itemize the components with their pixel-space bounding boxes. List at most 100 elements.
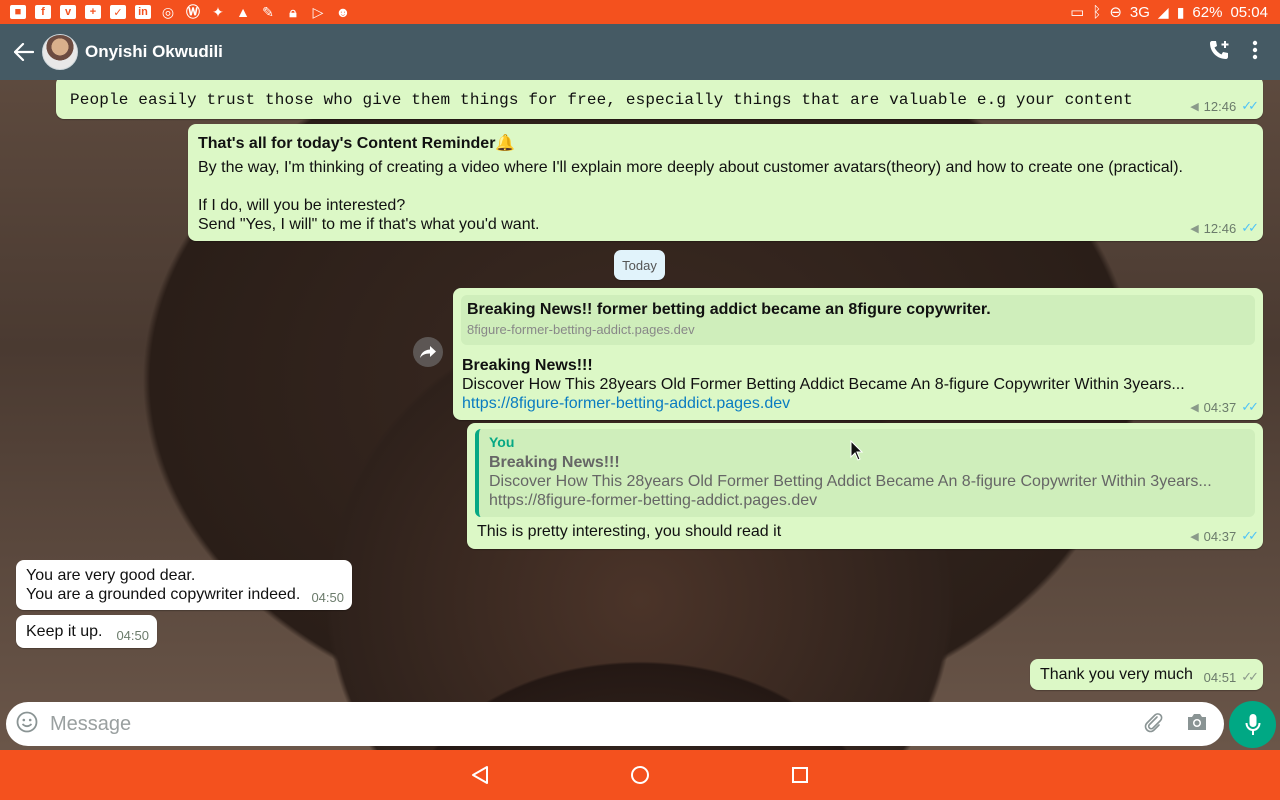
header-actions	[1208, 39, 1280, 66]
message-text: This is pretty interesting, you should r…	[477, 523, 782, 540]
more-options-button[interactable]	[1252, 40, 1258, 65]
message-meta: 04:51 ✓✓	[1203, 669, 1259, 685]
incoming-message[interactable]: Keep it up. 04:50	[16, 615, 157, 648]
broadcast-icon: ◀	[1190, 222, 1199, 235]
phone-plus-icon	[1210, 40, 1229, 59]
vimeo-icon: v	[60, 5, 76, 19]
warning-icon: ▲	[236, 4, 250, 20]
camera-icon	[1188, 713, 1206, 730]
twitter-icon: ✦	[212, 3, 224, 20]
circle-home-icon	[631, 766, 649, 784]
add-call-button[interactable]	[1208, 39, 1230, 66]
contact-name[interactable]: Onyishi Okwudili	[85, 42, 223, 62]
quote-author: You	[489, 434, 515, 450]
notification-icons: ■ f v + ✓ in ◎ Ⓦ ✦ ▲ ✎ 🔒︎ ▷ ☻	[0, 3, 351, 20]
message-text: Send "Yes, I will" to me if that's what …	[198, 216, 540, 233]
message-link[interactable]: https://8figure-former-betting-addict.pa…	[462, 394, 790, 413]
quote-title: Breaking News!!!	[489, 454, 620, 471]
link-preview-title: Breaking News!! former betting addict be…	[467, 301, 991, 318]
nav-home-button[interactable]	[625, 760, 655, 790]
forward-button[interactable]	[413, 337, 443, 367]
message-title: Breaking News!!!	[462, 357, 593, 374]
battery-percent: 62%	[1192, 3, 1223, 21]
camera-button[interactable]	[1186, 712, 1208, 737]
back-button[interactable]	[6, 24, 42, 80]
nav-recents-button[interactable]	[785, 760, 815, 790]
avatar[interactable]	[42, 34, 78, 70]
message-text: Discover How This 28years Old Former Bet…	[462, 376, 1185, 393]
message-text: People easily trust those who give them …	[70, 91, 1133, 109]
message-text: Thank you very much	[1040, 666, 1193, 683]
nav-back-button[interactable]	[465, 760, 495, 790]
emoji-icon	[16, 711, 38, 732]
message-title: That's all for today's Content Reminder🔔	[198, 135, 516, 152]
facebook-icon: f	[35, 5, 51, 19]
date-divider: Today	[614, 250, 665, 280]
message-time: 04:50	[311, 590, 344, 605]
message-meta: ◀ 04:37 ✓✓	[1190, 528, 1259, 544]
wordpress-icon: Ⓦ	[186, 4, 200, 20]
message-text: Keep it up.	[26, 623, 103, 640]
outgoing-message[interactable]: People easily trust those who give them …	[56, 80, 1263, 119]
voice-record-button[interactable]	[1229, 701, 1276, 748]
network-type: 3G	[1129, 3, 1150, 21]
outgoing-message[interactable]: That's all for today's Content Reminder🔔…	[188, 124, 1263, 241]
linkedin-icon: in	[135, 5, 151, 19]
message-meta: 04:50	[311, 590, 344, 605]
composer-actions	[1142, 711, 1214, 738]
delivered-ticks-icon: ✓✓	[1241, 669, 1259, 684]
bluetooth-icon: ᛒ	[1092, 3, 1102, 21]
message-text: If I do, will you be interested?	[198, 197, 406, 214]
lock-icon: 🔒︎	[289, 3, 297, 20]
emoji-button[interactable]	[16, 711, 38, 738]
read-ticks-icon: ✓✓	[1241, 220, 1259, 235]
battery-icon: ▮	[1176, 3, 1185, 20]
message-meta: 04:50	[116, 628, 149, 643]
outgoing-message[interactable]: Thank you very much 04:51 ✓✓	[1030, 659, 1263, 690]
outgoing-message[interactable]: You Breaking News!!! Discover How This 2…	[467, 423, 1263, 549]
dnd-icon: ⊖	[1109, 4, 1122, 21]
clock: 05:04	[1230, 3, 1268, 21]
mouse-cursor-icon	[850, 440, 864, 461]
triangle-back-icon	[472, 766, 488, 784]
message-time: 04:50	[116, 628, 149, 643]
link-preview[interactable]: Breaking News!! former betting addict be…	[461, 295, 1255, 345]
square-recents-icon	[792, 767, 808, 783]
signal-icon: ◢	[1157, 3, 1169, 20]
chat-area[interactable]: People easily trust those who give them …	[0, 80, 1280, 750]
broadcast-icon: ◀	[1190, 530, 1199, 543]
outgoing-message[interactable]: Breaking News!! former betting addict be…	[453, 288, 1263, 420]
arrow-left-icon	[14, 43, 34, 61]
system-status: ▭ ᛒ ⊖ 3G ◢ ▮ 62% 05:04	[1070, 3, 1280, 22]
message-text: By the way, I'm thinking of creating a v…	[198, 159, 1183, 176]
quote-body: Discover How This 28years Old Former Bet…	[489, 473, 1212, 490]
message-time: 12:46	[1203, 98, 1237, 114]
chrome-icon: ◎	[161, 3, 175, 20]
link-preview-domain: 8figure-former-betting-addict.pages.dev	[467, 322, 695, 337]
navigation-bar	[0, 750, 1280, 800]
message-time: 12:46	[1203, 220, 1237, 236]
quote-link: https://8figure-former-betting-addict.pa…	[489, 492, 818, 509]
quoted-message[interactable]: You Breaking News!!! Discover How This 2…	[475, 429, 1255, 517]
message-text: You are a grounded copywriter indeed.	[26, 586, 301, 603]
message-time: 04:37	[1203, 528, 1237, 544]
status-bar: ■ f v + ✓ in ◎ Ⓦ ✦ ▲ ✎ 🔒︎ ▷ ☻ ▭ ᛒ ⊖ 3G ◢…	[0, 0, 1280, 24]
broadcast-icon: ◀	[1190, 401, 1199, 414]
play-store-icon: ▷	[312, 3, 324, 20]
plus-app-icon: +	[85, 5, 101, 19]
discord-icon: ☻	[335, 4, 351, 20]
message-time: 04:51	[1203, 669, 1237, 685]
read-ticks-icon: ✓✓	[1241, 399, 1259, 414]
message-text: You are very good dear.	[26, 567, 196, 584]
read-ticks-icon: ✓✓	[1241, 528, 1259, 543]
chat-header: Onyishi Okwudili	[0, 24, 1280, 80]
message-meta: ◀ 04:37 ✓✓	[1190, 399, 1259, 415]
read-ticks-icon: ✓✓	[1241, 98, 1259, 113]
paperclip-icon	[1144, 712, 1163, 732]
attach-button[interactable]	[1142, 711, 1164, 738]
video-icon: ■	[10, 5, 26, 19]
message-input[interactable]	[50, 712, 1142, 736]
forward-icon	[420, 346, 436, 358]
broadcast-icon: ◀	[1190, 100, 1199, 113]
incoming-message[interactable]: You are very good dear. You are a ground…	[16, 560, 352, 610]
